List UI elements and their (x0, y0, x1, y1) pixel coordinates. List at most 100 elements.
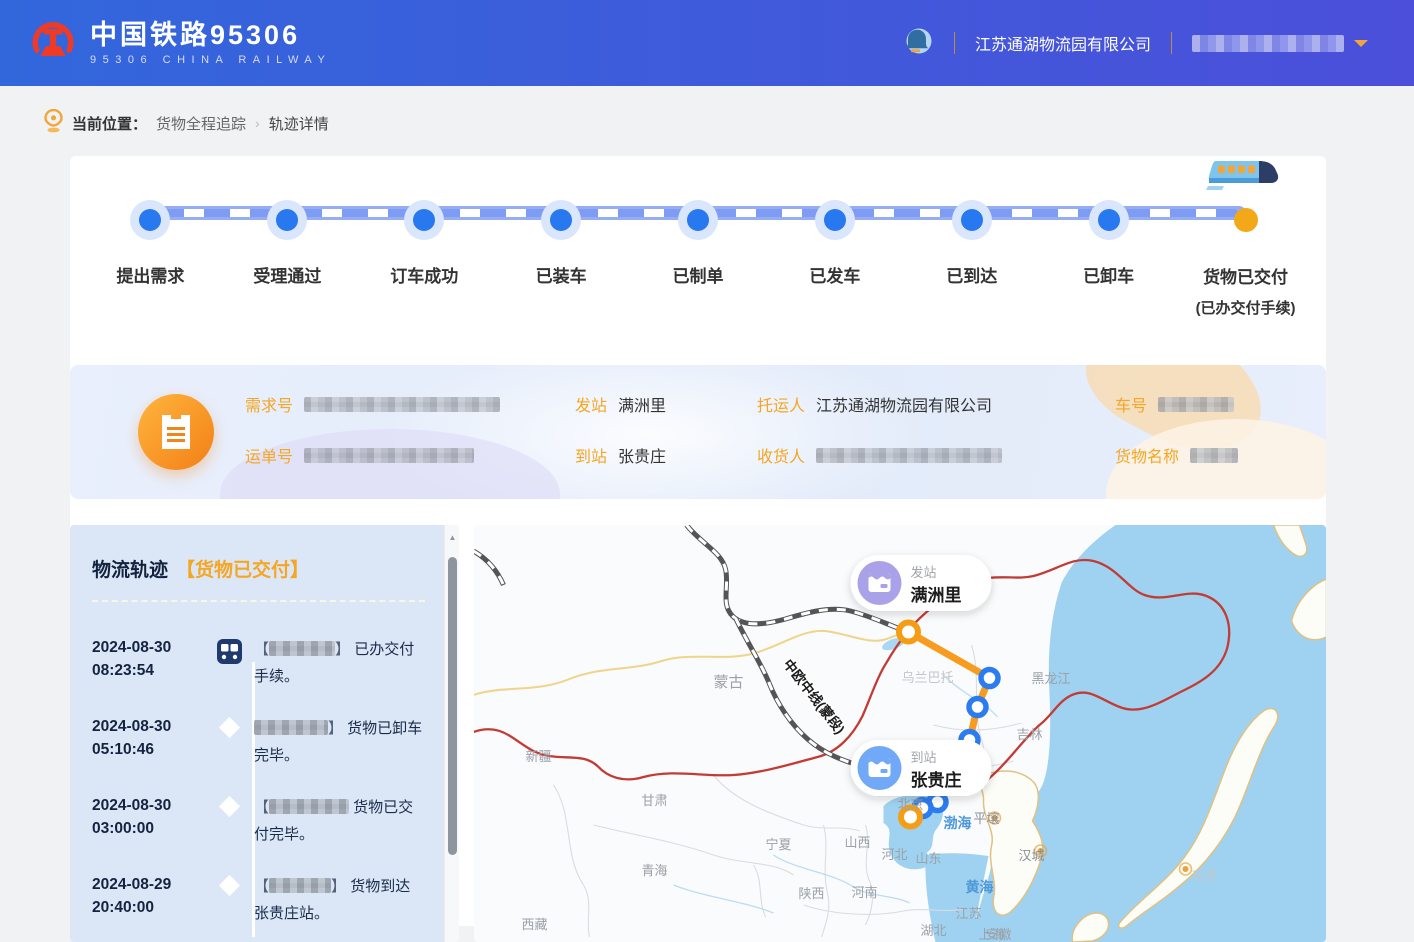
map-label: 陕西 (799, 886, 825, 901)
progress-dot (139, 209, 161, 231)
username-redacted (1192, 35, 1344, 52)
event-datetime: 2024-08-3003:00:00 (92, 794, 210, 848)
scrollbar-thumb[interactable] (448, 557, 457, 855)
tracking-event: 2024-08-3003:00:00 【 货物已交付完毕。 (92, 794, 425, 848)
breadcrumb-link-tracking[interactable]: 货物全程追踪 (156, 113, 246, 134)
map-label: 宁夏 (766, 837, 792, 852)
progress-dot (687, 209, 709, 231)
breadcrumb-label: 当前位置： (72, 113, 147, 134)
event-list: 2024-08-3008:23:54 【】 已办交付手续。 2024-08-3005… (92, 636, 425, 927)
map-label: 黑龙江 (1032, 671, 1071, 686)
progress-step-label: 货物已交付 (1203, 263, 1288, 288)
breadcrumb: 当前位置： 货物全程追踪 › 轨迹详情 (0, 86, 1414, 156)
shipment-field: 需求号 (245, 392, 575, 416)
progress-step: 已到达 (903, 200, 1040, 318)
field-label: 车号 (1115, 392, 1147, 416)
field-label: 托运人 (757, 392, 805, 416)
progress-step: 受理通过 (219, 200, 356, 318)
panel-status-badge: 【货物已交付】 (176, 555, 309, 582)
progress-step-label: 已制单 (673, 262, 724, 287)
route-endpoint-marker[interactable] (899, 623, 918, 642)
route-via-marker[interactable] (969, 699, 986, 716)
origin-tooltip[interactable]: 发站 满洲里 (851, 555, 992, 611)
event-text: 【】 货物到达张贵庄站。 (254, 873, 425, 927)
station-icon (869, 573, 891, 592)
progress-dot (550, 209, 572, 231)
train-icon (1206, 154, 1280, 199)
event-datetime: 2024-08-3008:23:54 (92, 636, 210, 690)
progress-step: 已制单 (630, 200, 767, 318)
shipment-field: 收货人 (757, 443, 1115, 467)
event-datetime: 2024-08-3005:10:46 (92, 715, 210, 769)
field-label: 需求号 (245, 392, 293, 416)
progress-dot (1098, 209, 1120, 231)
map-label: 东京 (1192, 868, 1218, 883)
event-text: 】 货物已卸车完毕。 (254, 715, 425, 769)
shipment-info-card: 需求号发站满洲里托运人江苏通湖物流园有限公司车号运单号到站张贵庄收货人货物名称 (70, 365, 1326, 499)
field-value-redacted (304, 448, 474, 463)
shipment-field: 车号 (1115, 392, 1326, 416)
progress-step: 已卸车 (1040, 200, 1177, 318)
station-name-redacted (269, 799, 349, 814)
tracking-event: 2024-08-2920:40:00【】 货物到达张贵庄站。 (92, 873, 425, 927)
event-text: 【】 已办交付手续。 (254, 636, 425, 690)
map-label: 渤海 (944, 815, 972, 831)
destination-station: 张贵庄 (911, 770, 962, 790)
diamond-marker (207, 873, 251, 927)
progress-step-label: 已卸车 (1083, 262, 1134, 287)
field-label: 收货人 (757, 443, 805, 467)
header-divider (1171, 32, 1172, 54)
origin-station: 满洲里 (911, 585, 962, 605)
field-label: 运单号 (245, 443, 293, 467)
field-value: 满洲里 (618, 392, 666, 416)
location-pin-icon (44, 109, 63, 137)
destination-tooltip[interactable]: 到站 张贵庄 (851, 740, 992, 796)
progress-timeline: 提出需求 受理通过 订车成功 已装车 已制单 已发车已到达已卸车 货物已交付 (已办交付手续) (70, 156, 1326, 352)
station-name-redacted (254, 720, 328, 735)
field-label: 到站 (575, 443, 607, 467)
shipment-field: 货物名称 (1115, 443, 1326, 467)
scroll-up-icon[interactable]: ▲ (445, 533, 459, 542)
map-label: 西藏 (522, 917, 548, 932)
event-text: 【 货物已交付完毕。 (254, 794, 425, 848)
map-label: 江苏 (956, 906, 982, 921)
shipment-field: 到站张贵庄 (575, 443, 757, 467)
route-via-marker[interactable] (981, 670, 998, 687)
map-label: 北京 (898, 797, 924, 812)
header-divider (954, 32, 955, 54)
content-card: 提出需求 受理通过 订车成功 已装车 已制单 已发车已到达已卸车 货物已交付 (已办交付手续)… (70, 156, 1326, 926)
progress-step: 订车成功 (356, 200, 493, 318)
progress-dot (1234, 208, 1258, 232)
tracking-event: 2024-08-3008:23:54 【】 已办交付手续。 (92, 636, 425, 690)
progress-dot (961, 209, 983, 231)
breadcrumb-current: 轨迹详情 (269, 113, 329, 134)
field-label: 发站 (575, 392, 607, 416)
map-label: 蒙古 (714, 674, 744, 691)
company-name: 江苏通湖物流园有限公司 (975, 31, 1151, 55)
app-subtitle: 95306 CHINA RAILWAY (90, 54, 331, 66)
train-marker-icon (207, 636, 251, 690)
progress-step-label: 已装车 (536, 262, 587, 287)
progress-step-label: 订车成功 (390, 262, 458, 287)
progress-step-sublabel: (已办交付手续) (1196, 297, 1296, 318)
city-dot (1183, 866, 1189, 872)
shipment-field: 托运人江苏通湖物流园有限公司 (757, 392, 1115, 416)
station-name-redacted (269, 641, 335, 656)
map-label: 湖北 (921, 923, 947, 938)
dashed-divider (92, 600, 425, 602)
progress-step-label: 提出需求 (116, 262, 184, 287)
diamond-marker (207, 794, 251, 848)
shipment-field: 发站满洲里 (575, 392, 757, 416)
chevron-down-icon (1354, 40, 1368, 54)
route-map[interactable]: 中欧中线(蒙段) 蒙古乌兰巴托新疆甘肃青海西藏宁夏陕西山西河北山东河南湖北安徽江… (474, 525, 1326, 942)
origin-label: 发站 (911, 565, 937, 580)
progress-step: 已装车 (493, 200, 630, 318)
progress-step-label: 受理通过 (253, 262, 321, 287)
progress-step: 已发车 (766, 200, 903, 318)
field-value: 张贵庄 (618, 443, 666, 467)
panel-scrollbar[interactable]: ▲ (444, 525, 459, 942)
map-label: 河南 (852, 885, 878, 900)
map-label: 上海 (979, 927, 1005, 942)
notification-bell-icon[interactable] (898, 23, 934, 64)
user-menu[interactable] (1192, 35, 1368, 52)
